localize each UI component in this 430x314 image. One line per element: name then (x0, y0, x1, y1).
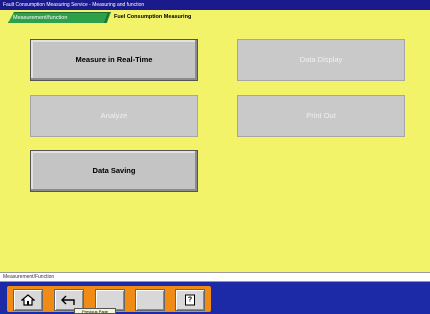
help-icon: ? (185, 294, 195, 306)
status-bar: Measurement/Function (0, 272, 430, 282)
help-button[interactable]: ? (175, 289, 205, 311)
data-saving-button[interactable]: Data Saving (30, 150, 198, 192)
analyze-button[interactable]: Analyze (30, 95, 198, 137)
tab-measurement-function[interactable]: Measurement/function (8, 12, 111, 23)
status-text: Measurement/Function (3, 274, 55, 280)
measure-realtime-button[interactable]: Measure in Real-Time (30, 39, 198, 81)
data-display-button[interactable]: Data Display (237, 39, 405, 81)
main-content-area: Measure in Real-Time Data Display Analyz… (0, 26, 430, 272)
print-out-button[interactable]: Print Out (237, 95, 405, 137)
toolbar-blank-button[interactable] (135, 289, 165, 311)
window-title-bar: Fault Consumption Measuring Service - Me… (0, 0, 430, 10)
home-button[interactable] (13, 289, 43, 311)
back-button-tooltip: Previous Page (74, 308, 116, 314)
window-title: Fault Consumption Measuring Service - Me… (3, 2, 145, 8)
tab-fuel-consumption-measuring[interactable]: Fuel Consumption Measuring (114, 12, 254, 23)
bottom-toolbar: ? (0, 282, 430, 314)
